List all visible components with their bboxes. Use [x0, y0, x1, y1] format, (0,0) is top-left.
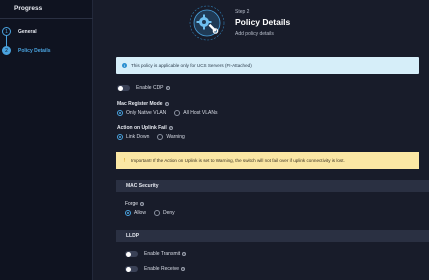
enable-receive-toggle[interactable]: [125, 266, 138, 272]
policy-gear-wrench-icon: [189, 5, 225, 41]
help-icon[interactable]: ?: [165, 86, 170, 90]
help-icon[interactable]: ?: [164, 102, 169, 106]
radio-deny[interactable]: Deny: [153, 210, 175, 216]
help-icon[interactable]: ?: [181, 267, 186, 271]
info-icon: i: [122, 63, 127, 68]
enable-transmit-row: Enable Transmit ?: [125, 251, 187, 257]
main-content: Step 2 Policy Details Add policy details…: [94, 0, 429, 280]
radio-label: Warning: [166, 134, 185, 140]
sidebar-divider: [0, 18, 93, 19]
mac-register-mode-text: Mac Register Mode: [117, 101, 163, 107]
help-icon[interactable]: ?: [140, 202, 145, 206]
radio-only-native-vlan[interactable]: Only Native VLAN: [117, 110, 166, 116]
radio-dot: [117, 134, 123, 140]
page-subtitle: Add policy details: [235, 31, 274, 37]
enable-cdp-label: Enable CDP: [136, 85, 164, 91]
action-on-uplink-fail-group: Link Down Warning: [117, 134, 193, 140]
radio-all-host-vlans[interactable]: All Host VLANs: [174, 110, 217, 116]
warning-banner-text: Important! If the Action on Uplink is se…: [131, 158, 345, 163]
step-general[interactable]: 1 General: [2, 27, 37, 36]
enable-cdp-row: Enable CDP ?: [117, 85, 170, 91]
enable-receive-label: Enable Receive: [144, 266, 180, 272]
warning-banner: ! Important! If the Action on Uplink is …: [116, 152, 419, 169]
radio-label: Only Native VLAN: [126, 110, 167, 116]
page-title: Policy Details: [235, 17, 291, 27]
forge-text: Forge: [125, 201, 139, 207]
enable-receive-row: Enable Receive ?: [125, 266, 186, 272]
section-title: MAC Security: [126, 183, 159, 189]
radio-dot: [174, 110, 181, 116]
help-icon[interactable]: ?: [168, 126, 173, 130]
mac-register-mode-group: Only Native VLAN All Host VLANs: [117, 110, 225, 116]
enable-transmit-label: Enable Transmit: [144, 251, 181, 257]
radio-allow[interactable]: Allow: [125, 210, 146, 216]
progress-sidebar: Progress 1 General 2 Policy Details: [0, 0, 93, 280]
info-banner-text: This policy is applicable only for UCS S…: [131, 63, 252, 68]
radio-label: Allow: [134, 210, 146, 216]
forge-label: Forge?: [125, 201, 145, 207]
page-header: Step 2 Policy Details Add policy details: [235, 9, 290, 37]
radio-dot: [125, 210, 131, 216]
radio-label: All Host VLANs: [183, 110, 218, 116]
section-title: LLDP: [126, 233, 140, 239]
enable-transmit-toggle[interactable]: [125, 251, 138, 257]
radio-link-down[interactable]: Link Down: [117, 134, 149, 140]
step-indicator: Step 2: [235, 9, 250, 15]
warning-icon: !: [123, 157, 126, 164]
sidebar-title: Progress: [14, 5, 43, 12]
radio-warning[interactable]: Warning: [157, 134, 185, 140]
radio-dot: [117, 110, 123, 116]
help-icon[interactable]: ?: [182, 252, 187, 256]
forge-group: Allow Deny: [125, 210, 183, 216]
lldp-section-header: LLDP: [116, 230, 429, 242]
action-on-uplink-fail-text: Action on Uplink Fail: [117, 125, 167, 131]
step-policy-details[interactable]: 2 Policy Details: [2, 46, 51, 55]
radio-dot: [153, 210, 160, 216]
mac-register-mode-label: Mac Register Mode?: [117, 101, 169, 107]
step-label: Policy Details: [18, 47, 51, 54]
step-label: General: [18, 28, 37, 35]
step-number: 1: [2, 27, 11, 36]
info-banner: i This policy is applicable only for UCS…: [116, 57, 419, 74]
radio-dot: [157, 134, 164, 140]
radio-label: Link Down: [126, 134, 150, 140]
action-on-uplink-fail-label: Action on Uplink Fail?: [117, 125, 173, 131]
step-number: 2: [2, 46, 11, 55]
radio-label: Deny: [162, 210, 175, 216]
enable-cdp-toggle[interactable]: [117, 85, 130, 91]
mac-security-section-header: MAC Security: [116, 180, 429, 192]
